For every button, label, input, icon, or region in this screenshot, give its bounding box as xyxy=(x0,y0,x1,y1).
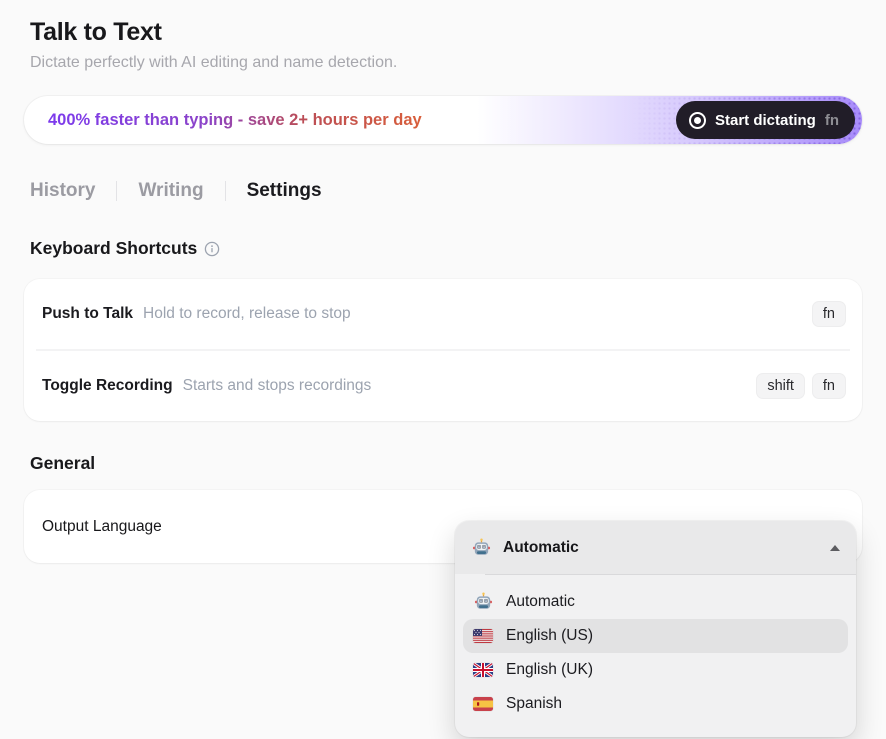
shortcut-key-group: fn xyxy=(812,301,846,327)
start-dictating-label: Start dictating xyxy=(715,112,816,129)
banner-message: 400% faster than typing - save 2+ hours … xyxy=(48,111,422,130)
info-icon[interactable] xyxy=(204,241,220,257)
record-icon xyxy=(689,112,706,129)
shortcut-row-toggle-recording[interactable]: Toggle Recording Starts and stops record… xyxy=(24,351,862,421)
key-badge-fn[interactable]: fn xyxy=(812,301,846,327)
keyboard-shortcuts-title: Keyboard Shortcuts xyxy=(30,238,197,259)
page-subtitle: Dictate perfectly with AI editing and na… xyxy=(30,54,856,72)
us-flag-icon xyxy=(473,629,493,643)
chevron-up-icon xyxy=(830,545,840,551)
general-title: General xyxy=(30,453,95,474)
tab-writing[interactable]: Writing xyxy=(138,180,203,202)
tab-history[interactable]: History xyxy=(30,180,95,202)
option-label: Automatic xyxy=(506,593,575,611)
tab-bar: History Writing Settings xyxy=(30,180,856,202)
option-automatic[interactable]: Automatic xyxy=(463,584,848,619)
shortcut-label: Toggle Recording xyxy=(42,377,173,395)
output-language-selected-value: Automatic xyxy=(503,539,579,557)
option-english-uk[interactable]: English (UK) xyxy=(463,653,848,687)
option-label: English (US) xyxy=(506,627,593,645)
output-language-label: Output Language xyxy=(42,518,162,536)
promo-banner: 400% faster than typing - save 2+ hours … xyxy=(24,96,862,144)
output-language-dropdown: Automatic Automatic xyxy=(455,521,856,737)
shortcut-key-group: shift fn xyxy=(756,373,846,399)
shortcut-description: Hold to record, release to stop xyxy=(143,305,351,323)
option-label: Spanish xyxy=(506,695,562,713)
option-spanish[interactable]: Spanish xyxy=(463,687,848,721)
shortcut-description: Starts and stops recordings xyxy=(183,377,372,395)
shortcut-row-push-to-talk[interactable]: Push to Talk Hold to record, release to … xyxy=(24,279,862,349)
robot-icon xyxy=(471,538,491,557)
tab-divider xyxy=(116,181,117,201)
tab-divider xyxy=(225,181,226,201)
shortcut-label: Push to Talk xyxy=(42,305,133,323)
option-label: English (UK) xyxy=(506,661,593,679)
start-dictating-button[interactable]: Start dictating fn xyxy=(676,101,855,139)
output-language-select[interactable]: Automatic xyxy=(455,521,856,574)
keyboard-shortcuts-header: Keyboard Shortcuts xyxy=(30,238,856,259)
robot-icon xyxy=(473,592,493,611)
key-badge-fn[interactable]: fn xyxy=(812,373,846,399)
key-badge-shift[interactable]: shift xyxy=(756,373,805,399)
page-title: Talk to Text xyxy=(30,18,856,47)
spain-flag-icon xyxy=(473,697,493,711)
general-header: General xyxy=(30,453,856,474)
shortcuts-card: Push to Talk Hold to record, release to … xyxy=(24,279,862,421)
option-english-us[interactable]: English (US) xyxy=(463,619,848,653)
start-dictating-key-hint: fn xyxy=(825,112,839,129)
output-language-options: Automatic xyxy=(455,575,856,737)
uk-flag-icon xyxy=(473,663,493,677)
tab-settings[interactable]: Settings xyxy=(247,180,322,202)
